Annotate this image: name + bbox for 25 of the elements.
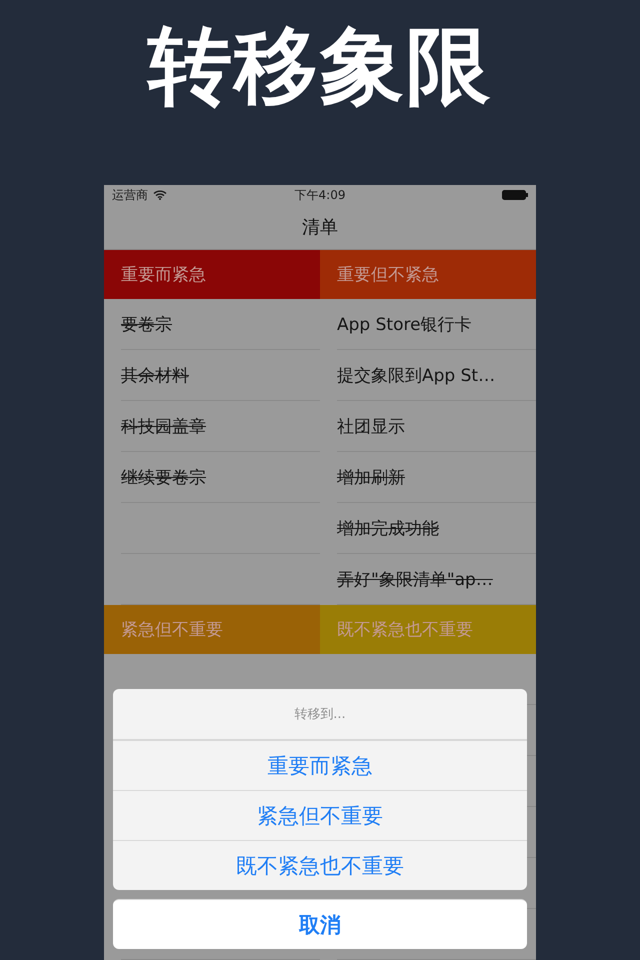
cancel-button[interactable]: 取消 <box>113 899 527 949</box>
move-option[interactable]: 紧急但不重要 <box>113 790 527 840</box>
task-item[interactable]: 增加完成功能 <box>337 516 439 540</box>
quadrant-header: 既不紧急也不重要 <box>320 605 536 654</box>
carrier-name: 运营商 <box>112 186 148 204</box>
wifi-icon <box>153 190 167 200</box>
sheet-title: 转移到... <box>113 689 527 740</box>
move-option[interactable]: 既不紧急也不重要 <box>113 840 527 890</box>
status-time: 下午4:09 <box>294 186 346 204</box>
battery-icon <box>502 190 528 200</box>
task-item[interactable]: 要卷宗 <box>121 312 172 336</box>
task-item[interactable]: App Store银行卡 <box>337 312 472 336</box>
task-item[interactable]: 科技园盖章 <box>121 414 206 438</box>
quadrant-header: 紧急但不重要 <box>104 605 320 654</box>
task-item[interactable]: 其余材料 <box>121 364 189 386</box>
quadrant-header: 重要而紧急 <box>104 250 320 299</box>
task-item[interactable]: 继续要卷宗 <box>121 466 206 488</box>
task-item[interactable]: 社团显示 <box>337 414 405 438</box>
task-item[interactable]: 增加刷新 <box>337 466 405 488</box>
nav-title: 清单 <box>302 216 338 240</box>
task-item[interactable]: 提交象限到App St… <box>337 364 496 386</box>
quadrant-header: 重要但不紧急 <box>320 250 536 299</box>
move-option[interactable]: 重要而紧急 <box>113 740 527 790</box>
headline: 转移象限 <box>148 16 492 117</box>
task-item[interactable]: 弄好"象限清单"ap… <box>337 568 493 590</box>
